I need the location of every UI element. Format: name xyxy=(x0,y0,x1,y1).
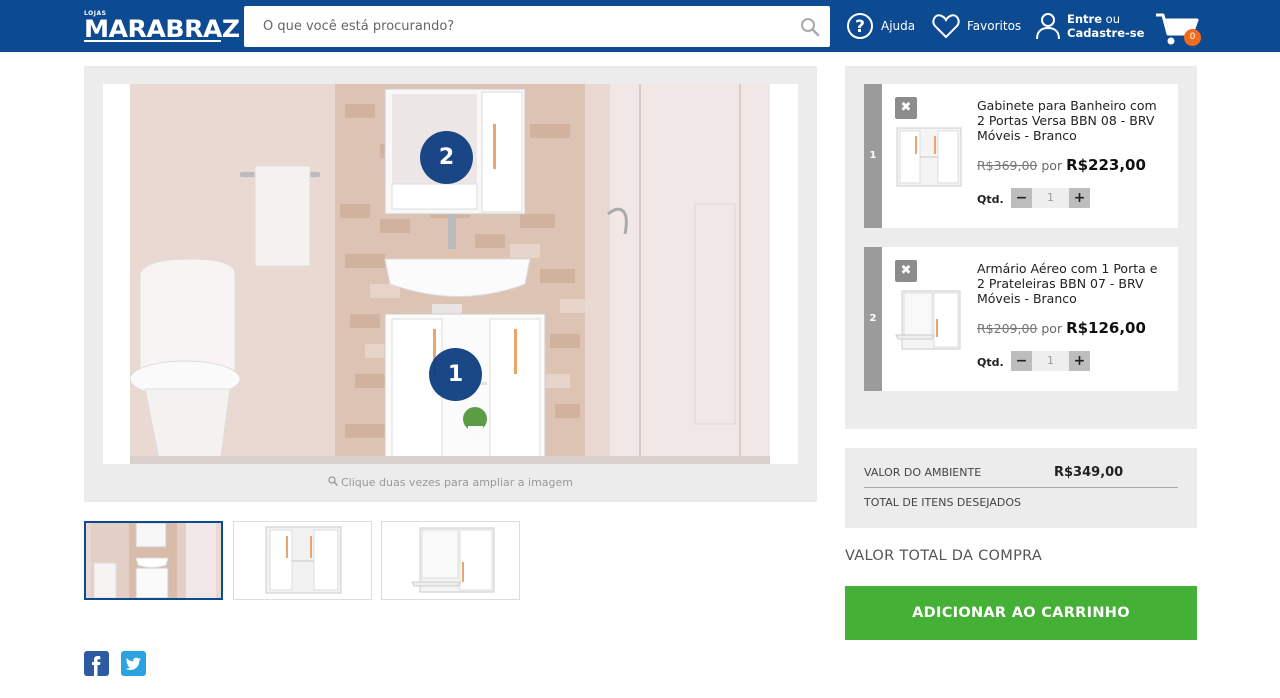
remove-icon: ✖ xyxy=(900,263,912,278)
search-icon[interactable] xyxy=(800,17,820,37)
qty-decrease-button[interactable]: − xyxy=(1011,351,1032,371)
item-old-price: R$209,00 xyxy=(977,321,1038,336)
ambient-item-2: 2 ✖ Armário Aéreo com 1 Porta e 2 Pratel… xyxy=(864,247,1178,391)
site-header: LOJAS MARABRAZ ? Ajuda Favoritos Entre o… xyxy=(0,0,1280,52)
ambient-items-panel: 1 ✖ Gabinete para Banheiro com 2 Portas … xyxy=(845,66,1197,429)
item-price: R$369,00 por R$223,00 xyxy=(977,156,1146,174)
login-enter: Entre xyxy=(1067,12,1103,26)
logo-underline xyxy=(84,40,221,42)
ambient-value: R$349,00 xyxy=(1054,465,1124,480)
help-icon: ? xyxy=(847,13,873,39)
svg-text:?: ? xyxy=(855,17,865,37)
thumbnail-ambient-image xyxy=(86,523,221,598)
logo-main-text: MARABRAZ xyxy=(84,15,240,43)
favorites-link[interactable]: Favoritos xyxy=(932,0,1021,52)
user-icon xyxy=(1036,13,1060,40)
login-text: Entre ou Cadastre-se xyxy=(1067,12,1144,40)
hotspot-2[interactable]: 2 xyxy=(420,131,473,184)
zoom-hint-text: Clique duas vezes para ampliar a imagem xyxy=(341,476,573,489)
qty-decrease-button[interactable]: − xyxy=(1011,188,1032,208)
item-title[interactable]: Gabinete para Banheiro com 2 Portas Vers… xyxy=(977,98,1167,143)
item-product-image[interactable] xyxy=(894,285,964,355)
facebook-icon xyxy=(92,656,101,676)
remove-item-button[interactable]: ✖ xyxy=(895,260,917,282)
search-input[interactable] xyxy=(244,6,784,47)
qty-label: Qtd. xyxy=(977,356,1004,369)
item-product-image[interactable] xyxy=(894,122,964,192)
zoom-hint: Clique duas vezes para ampliar a imagem xyxy=(84,476,817,489)
qty-increase-button[interactable]: + xyxy=(1069,188,1090,208)
ambient-value-label: VALOR DO AMBIENTE xyxy=(864,466,982,479)
thumbnail-wall-cabinet-image xyxy=(382,522,519,599)
heart-icon xyxy=(932,14,960,39)
item-price-por: por xyxy=(1037,321,1067,336)
qty-value[interactable]: 1 xyxy=(1032,188,1069,208)
item-index: 2 xyxy=(864,247,882,391)
ambient-item-1: 1 ✖ Gabinete para Banheiro com 2 Portas … xyxy=(864,84,1178,228)
purchase-total-label: VALOR TOTAL DA COMPRA xyxy=(845,548,1043,564)
ambient-summary: VALOR DO AMBIENTE R$349,00 TOTAL DE ITEN… xyxy=(845,448,1197,528)
login-or: ou xyxy=(1102,12,1120,26)
item-current-price: R$126,00 xyxy=(1066,319,1146,337)
facebook-share-button[interactable] xyxy=(84,651,109,676)
zoom-icon xyxy=(328,476,339,489)
remove-icon: ✖ xyxy=(900,100,912,115)
item-old-price: R$369,00 xyxy=(977,158,1038,173)
thumbnail-1[interactable] xyxy=(84,521,223,600)
item-price-por: por xyxy=(1037,158,1067,173)
add-to-cart-button[interactable]: ADICIONAR AO CARRINHO xyxy=(845,586,1197,640)
item-price: R$209,00 por R$126,00 xyxy=(977,319,1146,337)
desired-items-label: TOTAL DE ITENS DESEJADOS xyxy=(864,496,1021,509)
thumbnail-2[interactable] xyxy=(233,521,372,600)
thumbnail-3[interactable] xyxy=(381,521,520,600)
ambient-value-row: VALOR DO AMBIENTE R$349,00 xyxy=(864,464,1178,488)
thumbnail-cabinet-image xyxy=(234,522,371,599)
login-register: Cadastre-se xyxy=(1067,26,1145,40)
main-image-frame: 2 1 xyxy=(103,84,798,464)
main-image-panel: 2 1 Clique duas vezes para ampliar a ima… xyxy=(84,66,817,502)
item-current-price: R$223,00 xyxy=(1066,156,1146,174)
qty-label: Qtd. xyxy=(977,193,1004,206)
search-box xyxy=(244,6,830,47)
twitter-icon xyxy=(125,657,141,670)
twitter-share-button[interactable] xyxy=(121,651,146,676)
help-label: Ajuda xyxy=(881,19,916,33)
qty-increase-button[interactable]: + xyxy=(1069,351,1090,371)
bathroom-scene-image[interactable]: 2 1 xyxy=(130,84,770,464)
favorites-label: Favoritos xyxy=(967,19,1022,33)
cart-count-badge: 0 xyxy=(1184,29,1201,46)
marabraz-logo[interactable]: LOJAS MARABRAZ xyxy=(84,10,240,44)
remove-item-button[interactable]: ✖ xyxy=(895,97,917,119)
help-link[interactable]: ? Ajuda xyxy=(846,0,915,52)
hotspot-1[interactable]: 1 xyxy=(429,348,482,401)
item-title[interactable]: Armário Aéreo com 1 Porta e 2 Prateleira… xyxy=(977,261,1167,306)
login-link[interactable]: Entre ou Cadastre-se xyxy=(1036,0,1144,52)
qty-value[interactable]: 1 xyxy=(1032,351,1069,371)
item-index: 1 xyxy=(864,84,882,228)
